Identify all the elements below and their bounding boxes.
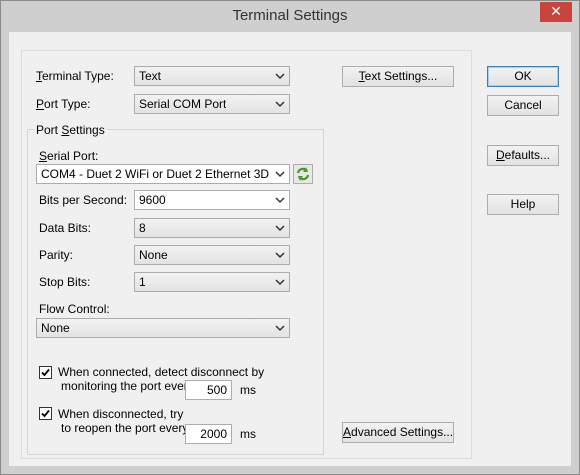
chevron-down-icon [275,252,285,259]
stop-bits-select[interactable]: 1 [134,272,290,292]
serial-port-value: COM4 - Duet 2 WiFi or Duet 2 Ethernet 3D… [41,167,271,181]
refresh-ports-button[interactable] [293,164,313,184]
terminal-type-select[interactable]: Text [134,66,290,86]
defaults-button[interactable]: Defaults... [487,145,559,166]
terminal-type-value: Text [139,69,162,83]
cancel-button[interactable]: Cancel [487,95,559,116]
help-button[interactable]: Help [487,194,559,215]
close-icon[interactable]: ✕ [550,3,562,19]
bits-per-second-label: Bits per Second: [39,193,128,207]
port-type-value: Serial COM Port [139,97,227,111]
reopen-port-label-line2: to reopen the port every [61,421,189,435]
reopen-port-checkbox[interactable] [39,407,52,420]
port-type-select[interactable]: Serial COM Port [134,94,290,114]
detect-disconnect-label-line2: monitoring the port every [61,379,194,393]
close-button[interactable]: ✕ [540,2,572,22]
flow-control-select[interactable]: None [36,318,290,338]
chevron-down-icon [275,171,285,178]
monitor-interval-unit: ms [240,383,256,397]
monitor-interval-input[interactable]: 500 [185,380,232,400]
checkmark-icon [41,409,50,418]
dialog-client-area: Terminal Type: Text Port Type: Serial CO… [9,32,571,466]
stop-bits-label: Stop Bits: [39,275,91,289]
data-bits-label: Data Bits: [39,221,92,235]
parity-value: None [139,248,168,262]
port-settings-group-label: Port Settings [34,123,107,137]
window-title: Terminal Settings [232,7,348,24]
chevron-down-icon [275,325,285,332]
terminal-type-label: Terminal Type: [36,69,114,83]
parity-select[interactable]: None [134,245,290,265]
bits-per-second-value: 9600 [139,193,166,207]
flow-control-value: None [41,321,70,335]
title-bar: Terminal Settings ✕ [1,1,579,32]
ok-button[interactable]: OK [487,66,559,87]
port-type-label: Port Type: [36,97,91,111]
refresh-icon [296,167,310,181]
data-bits-value: 8 [139,221,146,235]
detect-disconnect-label-line1: When connected, detect disconnect by [58,365,265,379]
reopen-port-label-line1: When disconnected, try [58,407,184,421]
text-settings-button[interactable]: Text Settings... [342,66,454,87]
chevron-down-icon [275,279,285,286]
stop-bits-value: 1 [139,275,146,289]
parity-label: Parity: [39,248,74,262]
flow-control-label: Flow Control: [39,302,110,316]
checkmark-icon [41,368,50,377]
data-bits-select[interactable]: 8 [134,218,290,238]
serial-port-label: Serial Port: [39,149,99,163]
terminal-settings-window: Terminal Settings ✕ Terminal Type: Text … [0,0,580,475]
serial-port-select[interactable]: COM4 - Duet 2 WiFi or Duet 2 Ethernet 3D… [36,164,290,184]
detect-disconnect-checkbox[interactable] [39,366,52,379]
chevron-down-icon [275,197,285,204]
chevron-down-icon [275,225,285,232]
bits-per-second-combo[interactable]: 9600 [134,190,290,210]
reopen-interval-unit: ms [240,427,256,441]
chevron-down-icon [275,73,285,80]
advanced-settings-button[interactable]: Advanced Settings... [342,422,454,443]
reopen-interval-input[interactable]: 2000 [185,424,232,444]
chevron-down-icon [275,101,285,108]
